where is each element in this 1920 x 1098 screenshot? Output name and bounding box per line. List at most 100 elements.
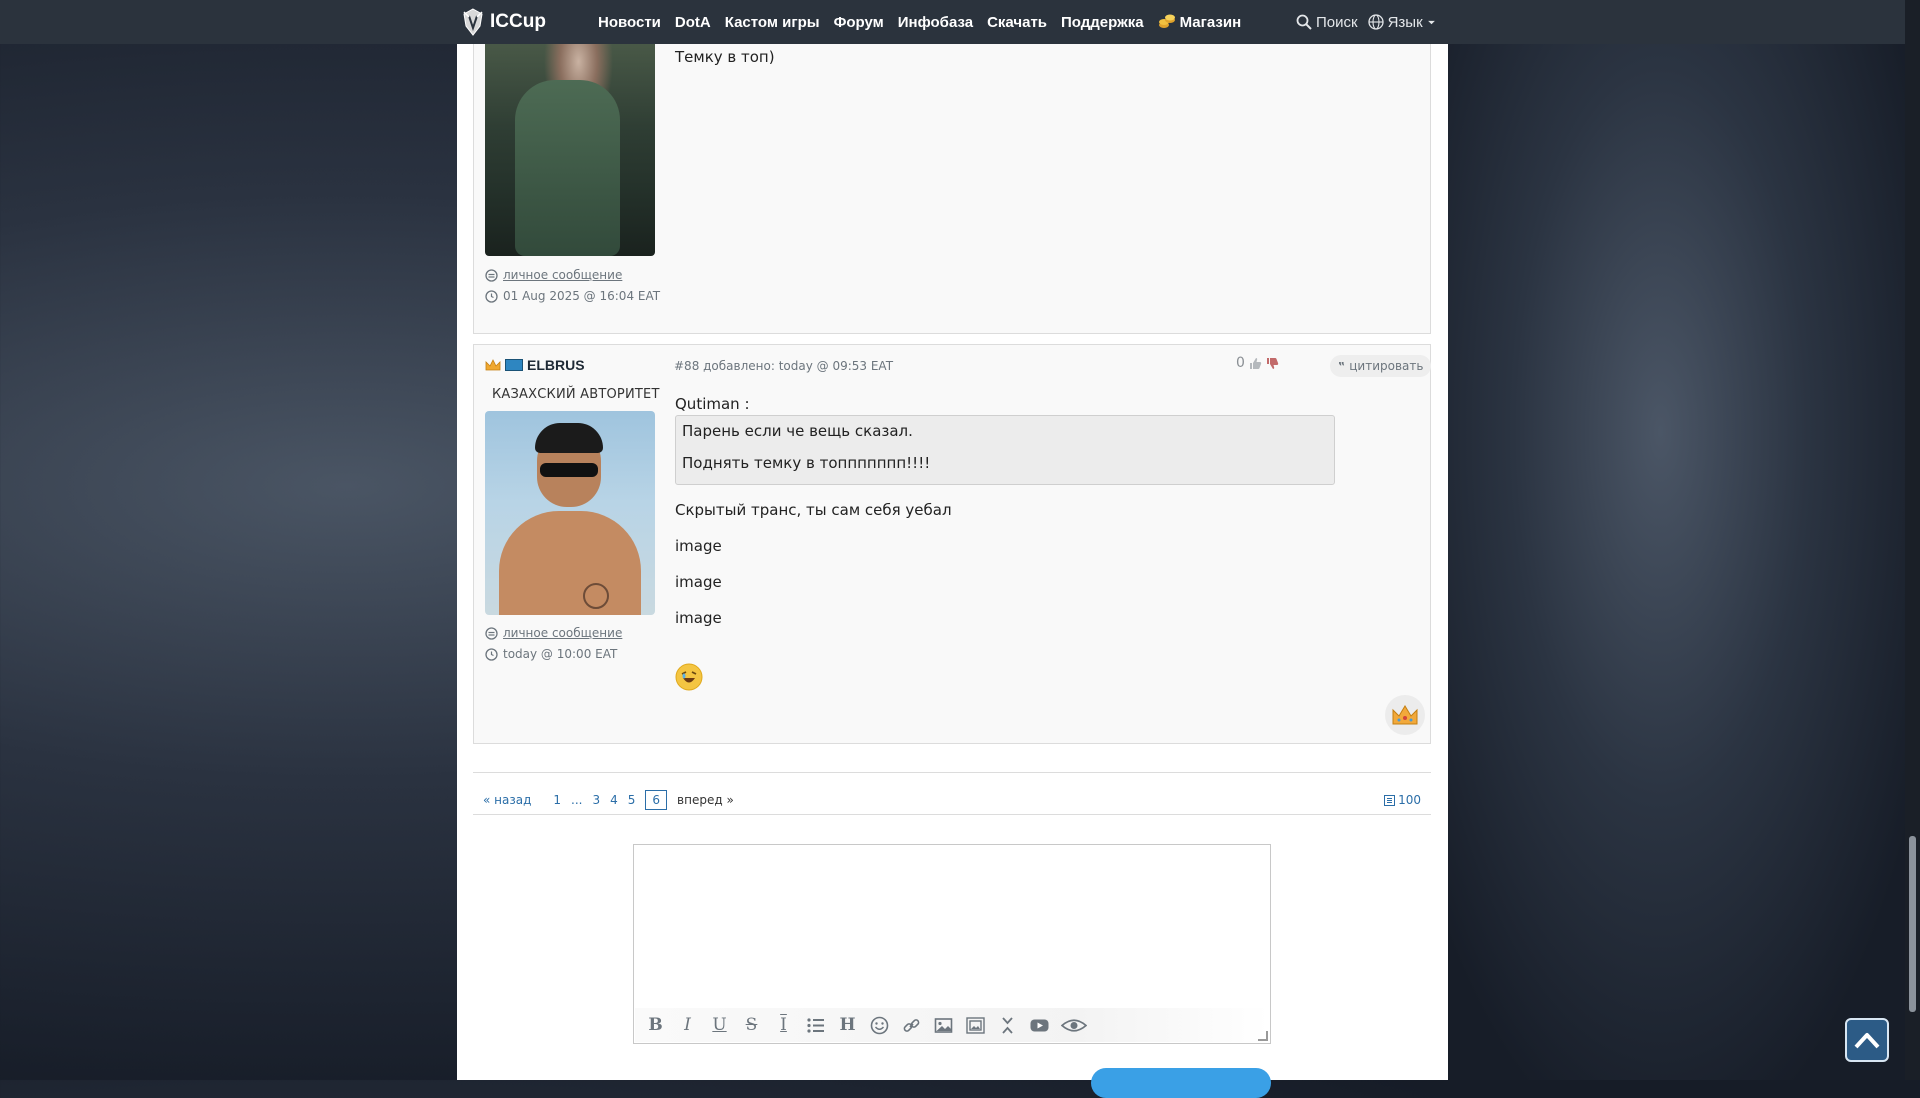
image-icon[interactable] <box>933 1015 954 1036</box>
private-message-label[interactable]: личное сообщение <box>503 626 622 640</box>
username-link[interactable]: ELBRUS <box>527 357 585 373</box>
nav-forum[interactable]: Форум <box>834 14 884 31</box>
quote-label: цитировать <box>1349 359 1424 373</box>
bold-icon[interactable]: B <box>645 1015 666 1036</box>
country-flag-icon <box>505 359 523 371</box>
forum-post: Темку в топ) личное сообщение 01 Aug 202… <box>473 40 1431 334</box>
post-time-label: 01 Aug 2025 @ 16:04 EAT <box>503 289 661 303</box>
nav-shop-label: Магазин <box>1179 13 1242 31</box>
globe-icon <box>1367 14 1384 30</box>
message-icon <box>485 626 498 640</box>
nav-shop[interactable]: Магазин <box>1158 13 1242 31</box>
post-rating: 0 <box>1236 355 1279 371</box>
heading-icon[interactable]: H <box>837 1015 858 1036</box>
private-message-link[interactable]: личное сообщение <box>485 626 622 640</box>
award-badge[interactable] <box>1385 695 1425 735</box>
list-icon[interactable] <box>805 1015 826 1036</box>
pagination-page[interactable]: 5 <box>628 793 636 807</box>
pagination-prev[interactable]: « назад <box>483 793 531 807</box>
clock-icon <box>485 647 498 661</box>
collapse-icon[interactable] <box>997 1015 1018 1036</box>
resize-handle[interactable] <box>1258 1031 1268 1041</box>
private-message-label[interactable]: личное сообщение <box>503 268 622 282</box>
broken-image: image <box>675 573 722 591</box>
reply-editor[interactable]: B I U S I H <box>633 844 1271 1044</box>
nav-custom-games[interactable]: Кастом игры <box>725 14 820 31</box>
text-height-icon[interactable]: I <box>773 1015 794 1036</box>
top-navigation-bar: ICCup Новости DotA Кастом игры Форум Инф… <box>0 0 1905 44</box>
post-body: Скрытый транс, ты сам себя уебал <box>675 501 952 519</box>
post-body: Темку в топ) <box>675 48 775 66</box>
submit-reply-button[interactable] <box>1091 1068 1271 1098</box>
caret-down-icon <box>1427 20 1435 24</box>
pagination-page[interactable]: 1 <box>553 793 561 807</box>
preview-eye-icon[interactable] <box>1061 1015 1087 1036</box>
thumbs-up-icon[interactable] <box>1249 357 1262 370</box>
underline-icon[interactable]: U <box>709 1015 730 1036</box>
nav-support[interactable]: Поддержка <box>1061 14 1144 31</box>
image-alt-text: image <box>675 537 722 555</box>
logo-text: ICCup <box>490 11 546 32</box>
quote-block: Парень если че вещь сказал. Поднять темк… <box>675 415 1335 485</box>
pagination: « назад 1 ... 3 4 5 6 вперед » 100 <box>473 782 1431 818</box>
language-label: Язык <box>1387 13 1423 31</box>
smiley-icon[interactable] <box>869 1015 890 1036</box>
message-icon <box>485 268 498 282</box>
user-avatar[interactable] <box>485 411 655 615</box>
quote-button[interactable]: ‟ цитировать <box>1330 355 1432 377</box>
rating-value: 0 <box>1236 355 1245 371</box>
nav-dota[interactable]: DotA <box>675 14 711 31</box>
posts-per-page-value: 100 <box>1398 793 1421 807</box>
image-alt-text: image <box>675 573 722 591</box>
pagination-current-page: 6 <box>645 790 668 810</box>
broken-image: image <box>675 537 722 555</box>
user-title: КАЗАХСКИЙ АВТОРИТЕТ <box>492 387 660 402</box>
post-meta: #88 добавлено: today @ 09:53 EAT <box>674 359 894 373</box>
chevron-up-icon <box>1854 1033 1880 1049</box>
background-art-right <box>1448 0 1920 1080</box>
scroll-to-top-button[interactable] <box>1845 1018 1889 1062</box>
scrollbar-thumb[interactable] <box>1909 836 1916 1012</box>
site-logo[interactable]: ICCup <box>460 8 546 36</box>
private-message-link[interactable]: личное сообщение <box>485 268 622 282</box>
forum-container: Темку в топ) личное сообщение 01 Aug 202… <box>457 40 1448 1098</box>
nav-news[interactable]: Новости <box>598 14 661 31</box>
broken-image: image <box>675 609 722 627</box>
nav-infobase[interactable]: Инфобаза <box>898 14 973 31</box>
quote-line: Парень если че вещь сказал. <box>682 422 913 440</box>
divider <box>473 814 1431 815</box>
coins-icon <box>1158 14 1175 28</box>
posts-per-page[interactable]: 100 <box>1384 793 1421 807</box>
main-nav: Новости DotA Кастом игры Форум Инфобаза … <box>598 0 1255 44</box>
thumbs-down-icon[interactable] <box>1266 357 1279 370</box>
logo-icon <box>463 8 483 36</box>
crown-icon <box>485 359 501 371</box>
quote-author: Qutiman : <box>675 395 750 413</box>
user-avatar[interactable] <box>485 40 655 256</box>
quote-line: Поднять темку в топпппппп!!!! <box>682 454 931 472</box>
post-author: ELBRUS <box>485 357 585 373</box>
pagination-page[interactable]: 4 <box>610 793 618 807</box>
gallery-icon[interactable] <box>965 1015 986 1036</box>
link-icon[interactable] <box>901 1015 922 1036</box>
search-icon <box>1296 14 1312 30</box>
youtube-icon[interactable] <box>1029 1015 1050 1036</box>
italic-icon[interactable]: I <box>677 1015 698 1036</box>
search-label: Поиск <box>1316 13 1358 31</box>
language-dropdown[interactable]: Язык <box>1367 13 1436 31</box>
divider <box>473 772 1431 773</box>
forum-post: ELBRUS КАЗАХСКИЙ АВТОРИТЕТ #88 добавлено… <box>473 344 1432 744</box>
laughing-emoji-icon <box>675 663 703 691</box>
nav-download[interactable]: Скачать <box>987 14 1047 31</box>
header-utilities: Поиск Язык <box>1296 0 1436 44</box>
pagination-page[interactable]: 3 <box>592 793 600 807</box>
pagination-next[interactable]: вперед » <box>677 793 734 807</box>
post-time: today @ 10:00 EAT <box>485 647 617 661</box>
pagination-ellipsis: ... <box>571 793 583 807</box>
crown-icon <box>1392 705 1418 725</box>
image-alt-text: image <box>675 609 722 627</box>
search-button[interactable]: Поиск <box>1296 14 1358 31</box>
clock-icon <box>485 289 498 303</box>
strikethrough-icon[interactable]: S <box>741 1015 762 1036</box>
post-time-label: today @ 10:00 EAT <box>503 647 618 661</box>
